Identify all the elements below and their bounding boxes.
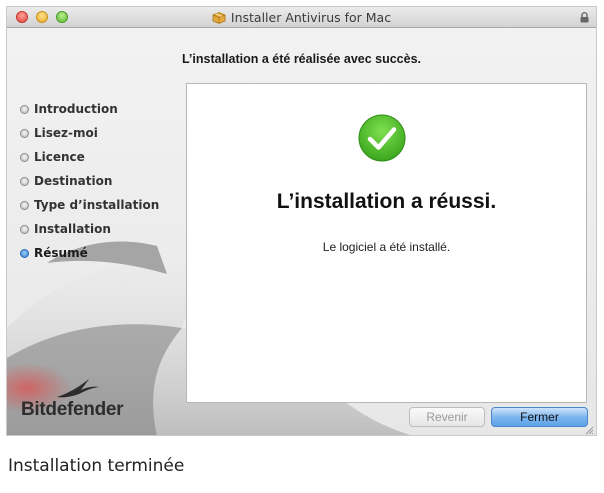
bitdefender-dragon-logo bbox=[57, 379, 99, 398]
installer-window: Installer Antivirus for Mac L’installati… bbox=[6, 6, 597, 436]
installer-package-icon bbox=[212, 11, 226, 24]
step-label: Résumé bbox=[34, 246, 88, 260]
step-bullet-icon bbox=[20, 152, 29, 162]
window-title-group: Installer Antivirus for Mac bbox=[7, 7, 596, 27]
step-bullet-icon bbox=[20, 104, 29, 114]
success-message: Le logiciel a été installé. bbox=[322, 240, 451, 254]
success-title: L’installation a réussi. bbox=[276, 190, 497, 213]
step-installation: Installation bbox=[20, 217, 159, 241]
step-label: Type d’installation bbox=[34, 198, 160, 212]
back-button[interactable]: Revenir bbox=[409, 407, 485, 427]
lock-icon bbox=[580, 12, 589, 23]
step-destination: Destination bbox=[20, 169, 159, 193]
step-label: Licence bbox=[34, 150, 85, 164]
content-panel: L’installation a réussi. Le logiciel a é… bbox=[186, 83, 587, 403]
installer-steps: Introduction Lisez-moi Licence Destinati… bbox=[20, 97, 159, 265]
check-circle-icon bbox=[358, 114, 406, 162]
page-heading: L’installation a été réalisée avec succè… bbox=[181, 52, 422, 66]
window-body: L’installation a été réalisée avec succè… bbox=[7, 28, 596, 435]
step-bullet-icon bbox=[20, 200, 29, 210]
resize-grip-icon[interactable] bbox=[585, 426, 594, 435]
step-licence: Licence bbox=[20, 145, 159, 169]
active-step-bullet-icon bbox=[20, 248, 29, 258]
step-lisez-moi: Lisez-moi bbox=[20, 121, 159, 145]
step-bullet-icon bbox=[20, 176, 29, 186]
screenshot-caption: Installation terminée bbox=[8, 456, 185, 476]
brand-name: Bitdefender bbox=[21, 399, 124, 420]
close-button[interactable]: Fermer bbox=[491, 407, 588, 427]
step-introduction: Introduction bbox=[20, 97, 159, 121]
step-bullet-icon bbox=[20, 128, 29, 138]
step-label: Lisez-moi bbox=[34, 126, 98, 140]
step-bullet-icon bbox=[20, 224, 29, 234]
step-resume: Résumé bbox=[20, 241, 159, 265]
window-title: Installer Antivirus for Mac bbox=[230, 9, 392, 25]
step-label: Destination bbox=[34, 174, 113, 188]
title-bar[interactable]: Installer Antivirus for Mac bbox=[7, 7, 596, 28]
step-label: Installation bbox=[34, 222, 111, 236]
step-type-installation: Type d’installation bbox=[20, 193, 159, 217]
step-label: Introduction bbox=[34, 102, 118, 116]
